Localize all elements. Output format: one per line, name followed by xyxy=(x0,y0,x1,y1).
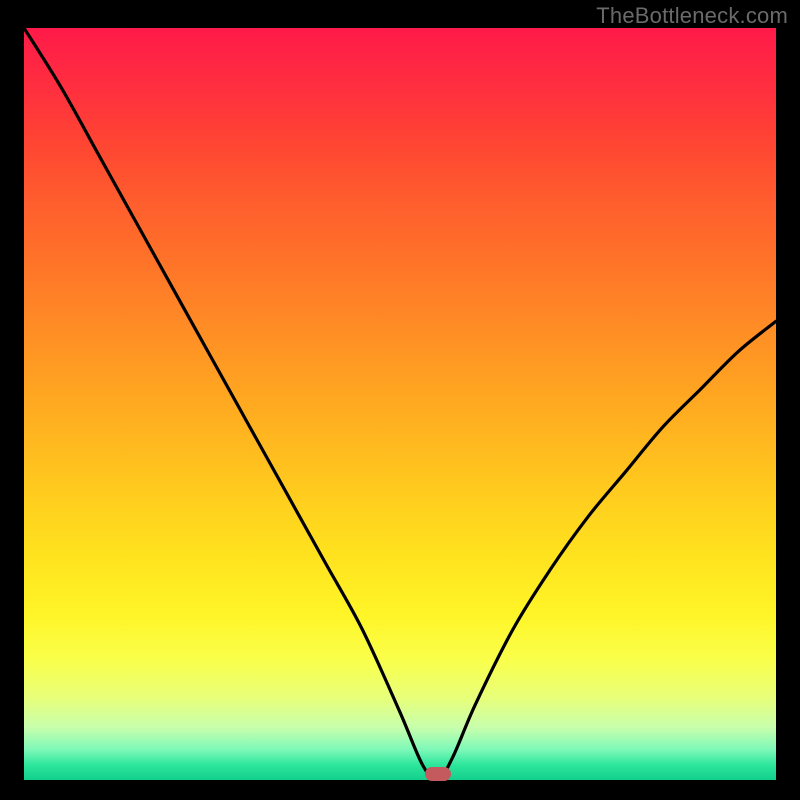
plot-area xyxy=(24,28,776,780)
optimum-marker xyxy=(425,767,451,781)
chart-frame: TheBottleneck.com xyxy=(0,0,800,800)
watermark-text: TheBottleneck.com xyxy=(596,3,788,29)
bottleneck-curve xyxy=(24,28,776,780)
curve-path xyxy=(24,28,776,780)
